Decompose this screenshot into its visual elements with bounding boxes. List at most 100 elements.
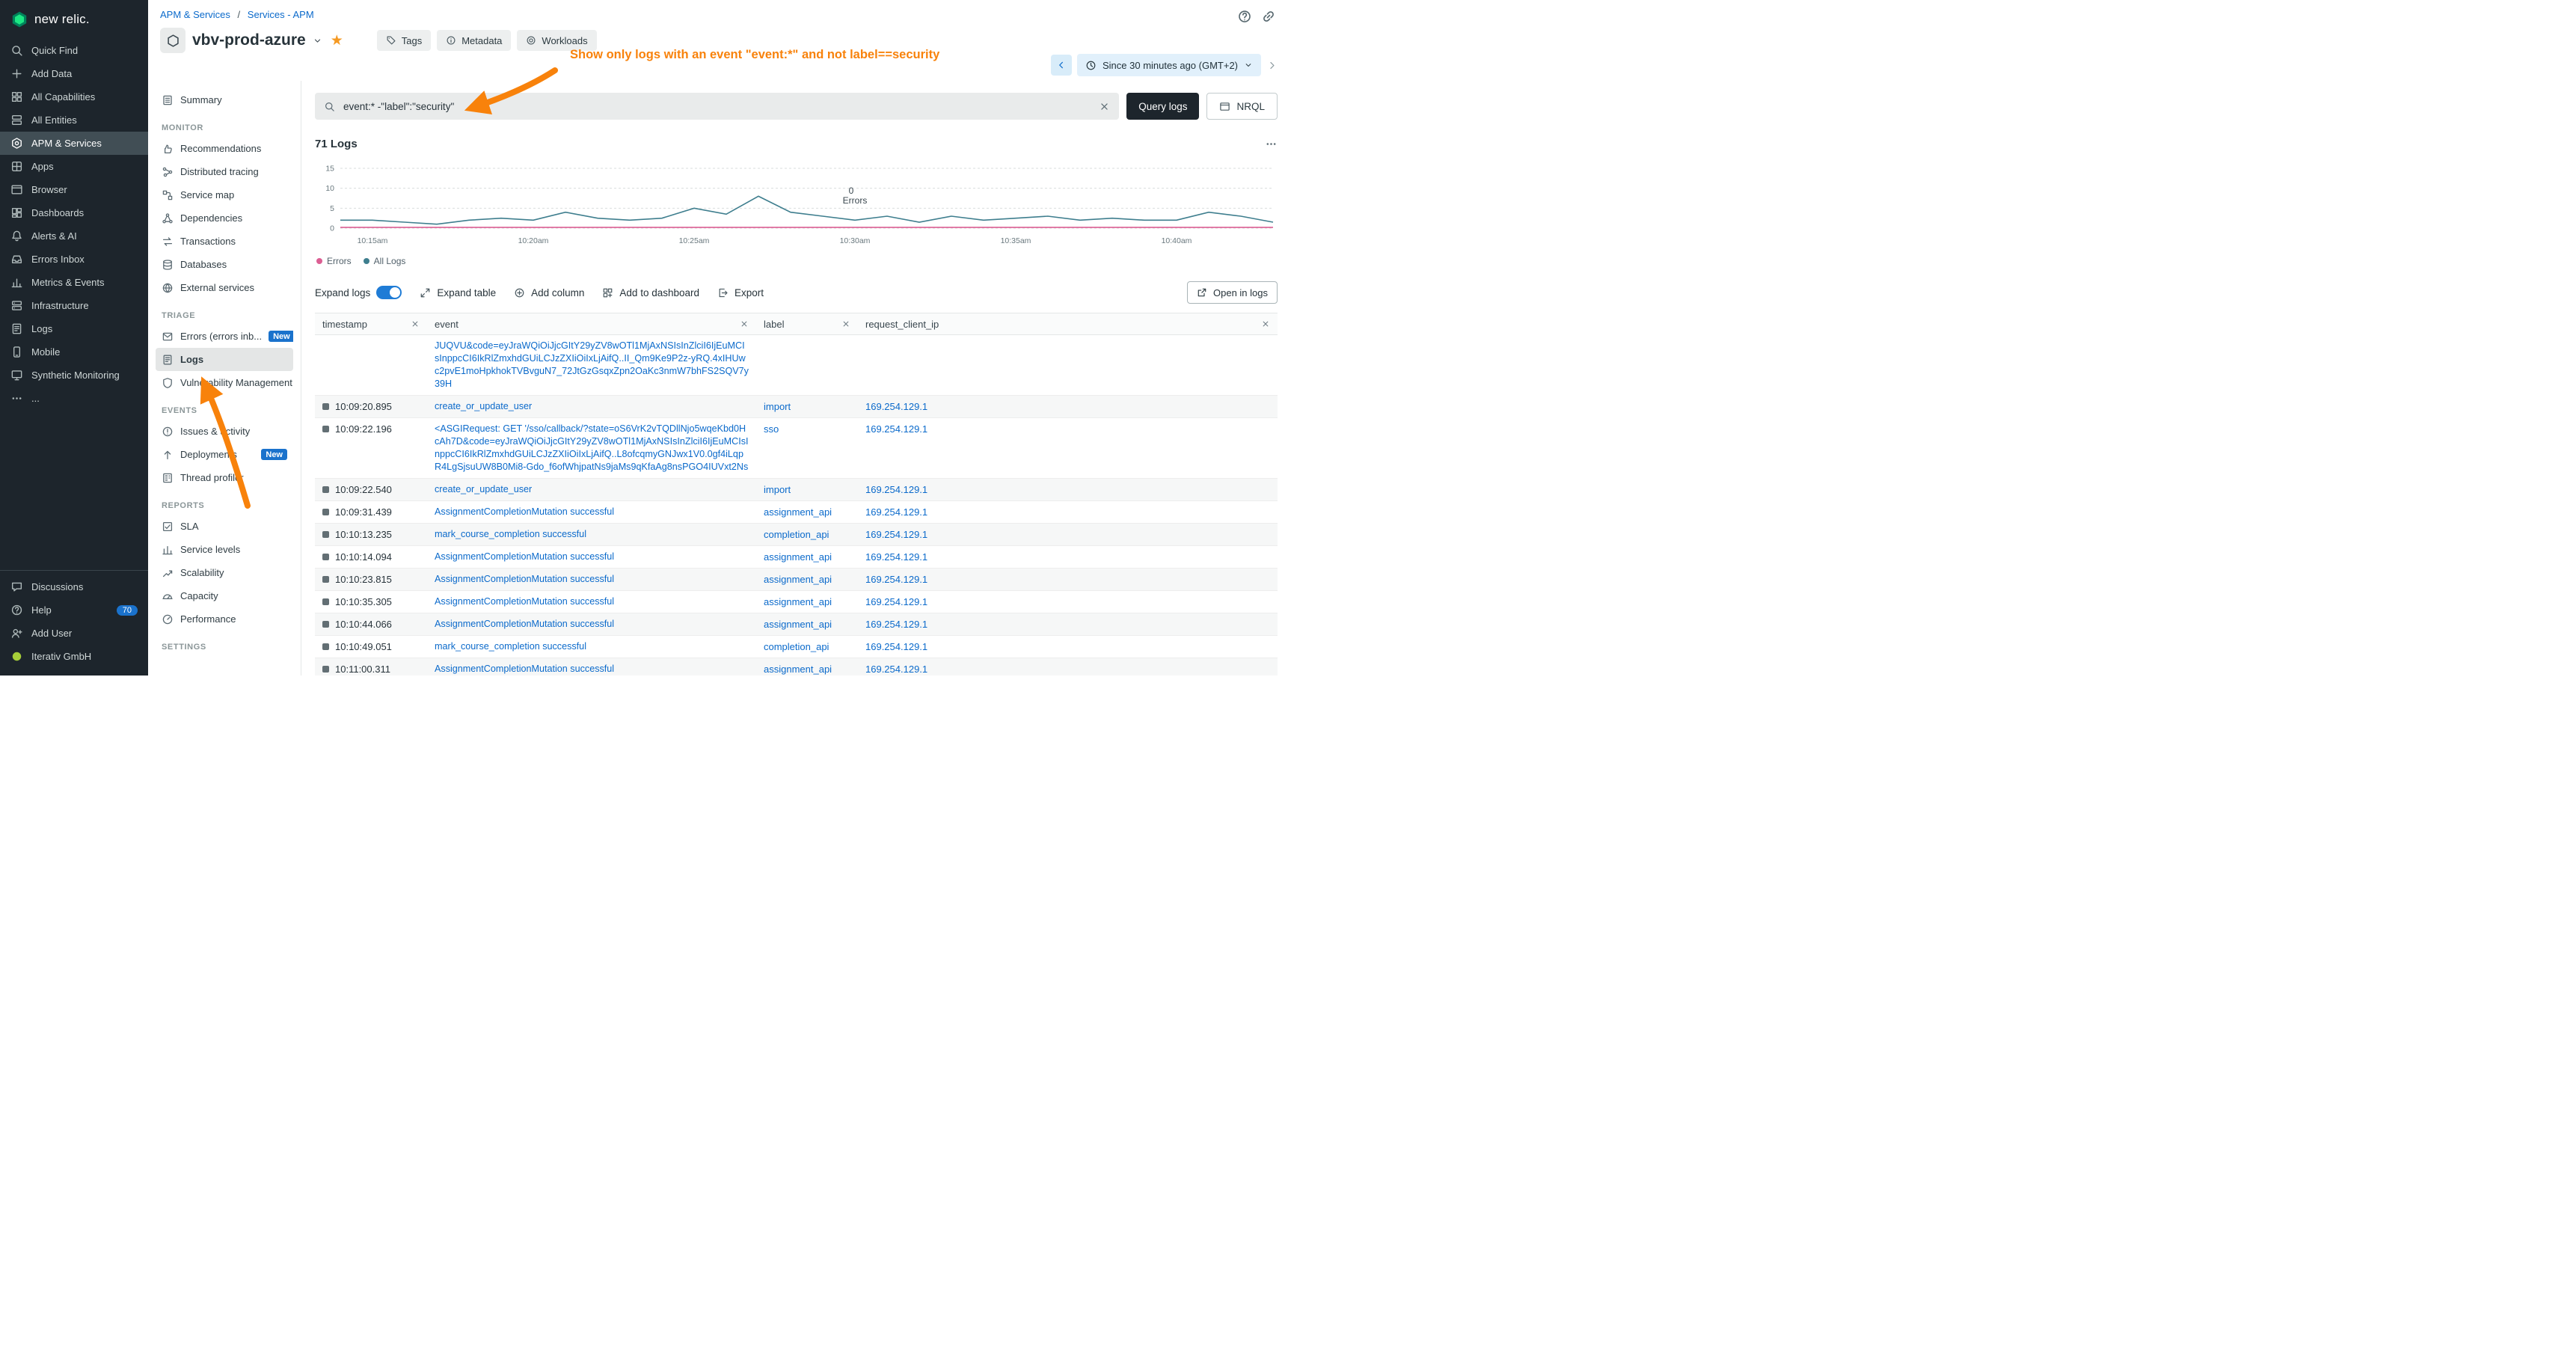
log-row-handle-icon[interactable] bbox=[322, 531, 329, 538]
time-range-button[interactable]: Since 30 minutes ago (GMT+2) bbox=[1077, 54, 1261, 76]
log-ip-link[interactable]: 169.254.129.1 bbox=[858, 501, 1278, 523]
entity-nav-item-scalability[interactable]: Scalability bbox=[156, 561, 293, 584]
log-row[interactable]: 10:10:44.066AssignmentCompletionMutation… bbox=[315, 613, 1278, 636]
entity-nav-item-service-levels[interactable]: Service levels bbox=[156, 538, 293, 561]
sidebar-item-browser[interactable]: Browser bbox=[0, 178, 148, 201]
sidebar-item-more[interactable]: ... bbox=[0, 387, 148, 410]
clear-search-icon[interactable] bbox=[1099, 101, 1110, 112]
log-event-link[interactable]: AssignmentCompletionMutation successful bbox=[427, 591, 756, 613]
sidebar-item-discussions[interactable]: Discussions bbox=[0, 575, 148, 598]
log-row-handle-icon[interactable] bbox=[322, 666, 329, 673]
entity-nav-item-recommendations[interactable]: Recommendations bbox=[156, 137, 293, 160]
log-row[interactable]: 10:10:14.094AssignmentCompletionMutation… bbox=[315, 546, 1278, 569]
breadcrumb-services-apm[interactable]: Services - APM bbox=[248, 9, 314, 20]
log-row-handle-icon[interactable] bbox=[322, 426, 329, 432]
log-label-link[interactable]: completion_api bbox=[756, 524, 858, 545]
log-event-link[interactable]: AssignmentCompletionMutation successful bbox=[427, 501, 756, 523]
log-event-link[interactable]: mark_course_completion successful bbox=[427, 636, 756, 658]
sidebar-item-metrics-events[interactable]: Metrics & Events bbox=[0, 271, 148, 294]
time-back-button[interactable] bbox=[1051, 55, 1072, 76]
entity-nav-item-service-map[interactable]: Service map bbox=[156, 183, 293, 206]
log-label-link[interactable]: completion_api bbox=[756, 636, 858, 658]
entity-nav-item-issues-activity[interactable]: Issues & activity bbox=[156, 420, 293, 443]
add-column-button[interactable]: Add column bbox=[514, 287, 584, 298]
log-event-link[interactable]: AssignmentCompletionMutation successful bbox=[427, 613, 756, 635]
log-row[interactable]: 10:10:23.815AssignmentCompletionMutation… bbox=[315, 569, 1278, 591]
log-label-link[interactable]: assignment_api bbox=[756, 501, 858, 523]
brand[interactable]: new relic. bbox=[0, 0, 148, 39]
entity-nav-item-summary[interactable]: Summary bbox=[156, 88, 293, 111]
legend-item-errors[interactable]: Errors bbox=[316, 256, 352, 266]
log-row-handle-icon[interactable] bbox=[322, 554, 329, 560]
tags-button[interactable]: Tags bbox=[377, 30, 431, 51]
log-ip-link[interactable]: 169.254.129.1 bbox=[858, 636, 1278, 658]
log-row[interactable]: 10:09:31.439AssignmentCompletionMutation… bbox=[315, 501, 1278, 524]
entity-nav-item-transactions[interactable]: Transactions bbox=[156, 230, 293, 253]
entity-nav-item-thread-profiler[interactable]: Thread profiler bbox=[156, 466, 293, 489]
log-event-link[interactable]: <ASGIRequest: GET '/sso/callback/?state=… bbox=[427, 418, 756, 478]
log-label-link[interactable]: assignment_api bbox=[756, 569, 858, 590]
log-label-link[interactable]: import bbox=[756, 396, 858, 417]
remove-column-icon[interactable] bbox=[411, 319, 420, 328]
log-row[interactable]: 10:09:22.196<ASGIRequest: GET '/sso/call… bbox=[315, 418, 1278, 479]
nrql-button[interactable]: NRQL bbox=[1206, 93, 1278, 120]
log-row[interactable]: 10:10:49.051mark_course_completion succe… bbox=[315, 636, 1278, 658]
log-event-link[interactable]: AssignmentCompletionMutation successful bbox=[427, 546, 756, 568]
log-label-link[interactable]: sso bbox=[756, 418, 858, 440]
log-event-link[interactable]: create_or_update_user bbox=[427, 396, 756, 417]
sidebar-item-all-entities[interactable]: All Entities bbox=[0, 108, 148, 132]
entity-nav-item-distributed-tracing[interactable]: Distributed tracing bbox=[156, 160, 293, 183]
log-ip-link[interactable]: 169.254.129.1 bbox=[858, 658, 1278, 676]
expand-logs-toggle[interactable] bbox=[376, 286, 402, 299]
query-logs-button[interactable]: Query logs bbox=[1126, 93, 1199, 120]
entity-nav-item-databases[interactable]: Databases bbox=[156, 253, 293, 276]
sidebar-item-apm-services[interactable]: APM & Services bbox=[0, 132, 148, 155]
log-ip-link[interactable]: 169.254.129.1 bbox=[858, 396, 1278, 417]
log-row-handle-icon[interactable] bbox=[322, 509, 329, 515]
legend-item-all-logs[interactable]: All Logs bbox=[364, 256, 406, 266]
sidebar-item-alerts-ai[interactable]: Alerts & AI bbox=[0, 224, 148, 248]
log-label-link[interactable]: assignment_api bbox=[756, 613, 858, 635]
chart-options-icon[interactable] bbox=[1265, 138, 1278, 150]
entity-nav-item-capacity[interactable]: Capacity bbox=[156, 584, 293, 607]
log-row-handle-icon[interactable] bbox=[322, 621, 329, 628]
add-to-dashboard-button[interactable]: Add to dashboard bbox=[602, 287, 699, 298]
log-event-link[interactable]: mark_course_completion successful bbox=[427, 524, 756, 545]
sidebar-item-help[interactable]: Help70 bbox=[0, 598, 148, 622]
log-row[interactable]: 10:10:13.235mark_course_completion succe… bbox=[315, 524, 1278, 546]
entity-nav-item-errors-errors-inb[interactable]: Errors (errors inb...New bbox=[156, 325, 293, 348]
log-row[interactable]: 10:09:20.895create_or_update_userimport1… bbox=[315, 396, 1278, 418]
sidebar-item-all-capabilities[interactable]: All Capabilities bbox=[0, 85, 148, 108]
sidebar-item-synthetic-monitoring[interactable]: Synthetic Monitoring bbox=[0, 364, 148, 387]
log-label-link[interactable]: assignment_api bbox=[756, 658, 858, 676]
log-event-link[interactable]: AssignmentCompletionMutation successful bbox=[427, 569, 756, 590]
log-ip-link[interactable]: 169.254.129.1 bbox=[858, 546, 1278, 568]
entity-nav-item-logs[interactable]: Logs bbox=[156, 348, 293, 371]
log-ip-link[interactable]: 169.254.129.1 bbox=[858, 613, 1278, 635]
sidebar-item-apps[interactable]: Apps bbox=[0, 155, 148, 178]
export-button[interactable]: Export bbox=[717, 287, 764, 298]
log-event-link[interactable]: AssignmentCompletionMutation successful bbox=[427, 658, 756, 676]
logs-search-box[interactable] bbox=[315, 93, 1119, 120]
log-label-link[interactable] bbox=[756, 335, 858, 344]
log-ip-link[interactable]: 169.254.129.1 bbox=[858, 569, 1278, 590]
entity-nav-item-external-services[interactable]: External services bbox=[156, 276, 293, 299]
sidebar-item-add-user[interactable]: Add User bbox=[0, 622, 148, 645]
permalink-icon[interactable] bbox=[1261, 9, 1276, 24]
log-label-link[interactable]: assignment_api bbox=[756, 591, 858, 613]
log-row-handle-icon[interactable] bbox=[322, 486, 329, 493]
log-row[interactable]: 10:11:00.311AssignmentCompletionMutation… bbox=[315, 658, 1278, 676]
entity-switcher-chevron-icon[interactable] bbox=[313, 36, 322, 46]
sidebar-item-infrastructure[interactable]: Infrastructure bbox=[0, 294, 148, 317]
expand-table-button[interactable]: Expand table bbox=[420, 287, 496, 298]
log-label-link[interactable]: assignment_api bbox=[756, 546, 858, 568]
open-in-logs-button[interactable]: Open in logs bbox=[1187, 281, 1278, 304]
entity-nav-item-deployments[interactable]: DeploymentsNew bbox=[156, 443, 293, 466]
time-forward-icon[interactable] bbox=[1266, 60, 1278, 71]
entity-nav-item-performance[interactable]: Performance bbox=[156, 607, 293, 631]
log-row[interactable]: JUQVU&code=eyJraWQiOiJjcGItY29yZV8wOTl1M… bbox=[315, 335, 1278, 396]
sidebar-item-add-data[interactable]: Add Data bbox=[0, 62, 148, 85]
sidebar-item-org[interactable]: Iterativ GmbH bbox=[0, 645, 148, 668]
log-ip-link[interactable]: 169.254.129.1 bbox=[858, 479, 1278, 500]
workloads-button[interactable]: Workloads bbox=[517, 30, 596, 51]
